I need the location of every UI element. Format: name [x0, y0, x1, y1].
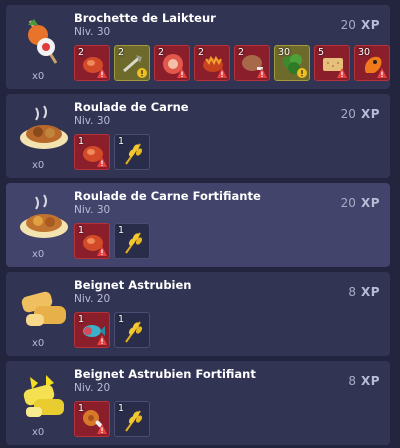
ingredient-count: 1	[118, 225, 125, 236]
ingredient-count: 1	[118, 136, 125, 147]
recipe-level: Niv. 30	[74, 115, 111, 127]
ingredient-count: 1	[78, 225, 85, 236]
recipe-card[interactable]: x0 Brochette de Laikteur Niv. 30 20 XP 2 …	[6, 5, 390, 89]
ingredient-count: 30	[358, 47, 371, 58]
recipe-xp: 20 XP	[341, 196, 380, 210]
ingredient-count: 5	[318, 47, 325, 58]
missing-warning-icon	[97, 335, 107, 345]
recipe-xp: 20 XP	[341, 107, 380, 121]
ingredient-slot[interactable]: 2	[74, 45, 110, 81]
recipe-quantity: x0	[32, 160, 45, 171]
ingredient-count: 30	[278, 47, 291, 58]
recipe-quantity: x0	[32, 249, 45, 260]
recipe-card[interactable]: x0 Roulade de Carne Niv. 30 20 XP 1 1	[6, 94, 390, 178]
ingredient-slot[interactable]: 2	[114, 45, 150, 81]
ingredient-count: 1	[78, 136, 85, 147]
xp-unit: XP	[360, 285, 380, 299]
ingredient-count: 2	[118, 47, 125, 58]
recipe-card[interactable]: x0 Beignet Astrubien Niv. 20 8 XP 1 1	[6, 272, 390, 356]
recipe-card[interactable]: x0 Beignet Astrubien Fortifiant Niv. 20 …	[6, 361, 390, 445]
ingredient-count: 1	[78, 314, 85, 325]
recipe-level: Niv. 30	[74, 26, 111, 38]
ingredient-slot[interactable]: 30	[354, 45, 390, 81]
missing-warning-icon	[177, 68, 187, 78]
missing-warning-icon	[337, 68, 347, 78]
recipe-xp: 20 XP	[341, 18, 380, 32]
xp-value: 20	[340, 107, 356, 121]
xp-value: 20	[340, 196, 356, 210]
ingredient-slot[interactable]: 1	[74, 223, 110, 259]
fortified-fritter-dish-icon	[23, 375, 64, 417]
missing-warning-icon	[257, 68, 267, 78]
missing-warning-icon	[217, 68, 227, 78]
recipe-quantity: x0	[32, 338, 45, 349]
recipe-quantity: x0	[32, 427, 45, 438]
xp-unit: XP	[360, 196, 380, 210]
ingredient-slot[interactable]: 1	[74, 134, 110, 170]
recipe-title: Roulade de Carne	[74, 100, 189, 114]
xp-unit: XP	[360, 18, 380, 32]
ingredient-count: 1	[78, 403, 85, 414]
recipe-level: Niv. 20	[74, 293, 111, 305]
xp-value: 8	[348, 285, 356, 299]
caution-icon	[137, 68, 147, 78]
ingredient-slot[interactable]: 5	[314, 45, 350, 81]
ingredient-slot[interactable]: 1	[114, 223, 150, 259]
recipe-xp: 8 XP	[348, 285, 380, 299]
recipe-level: Niv. 20	[74, 382, 111, 394]
ingredient-slot[interactable]: 2	[234, 45, 270, 81]
skewer-dish-icon	[28, 19, 58, 64]
ingredient-count: 2	[158, 47, 165, 58]
xp-unit: XP	[360, 107, 380, 121]
recipe-title: Beignet Astrubien	[74, 278, 192, 292]
ingredient-slot[interactable]: 2	[154, 45, 190, 81]
recipe-quantity: x0	[32, 71, 45, 82]
xp-unit: XP	[360, 374, 380, 388]
missing-warning-icon	[97, 246, 107, 256]
ingredient-count: 1	[118, 314, 125, 325]
ingredient-count: 1	[118, 403, 125, 414]
ingredient-count: 2	[238, 47, 245, 58]
recipe-level: Niv. 30	[74, 204, 111, 216]
recipe-title: Beignet Astrubien Fortifiant	[74, 367, 256, 381]
missing-warning-icon	[97, 424, 107, 434]
missing-warning-icon	[377, 68, 387, 78]
fritter-dish-icon	[21, 291, 66, 326]
ingredient-slot[interactable]: 30	[274, 45, 310, 81]
ingredient-slot[interactable]: 1	[114, 134, 150, 170]
meat-roll-dish-icon	[20, 194, 68, 238]
missing-warning-icon	[97, 157, 107, 167]
recipe-xp: 8 XP	[348, 374, 380, 388]
ingredient-count: 2	[78, 47, 85, 58]
caution-icon	[297, 68, 307, 78]
ingredient-slot[interactable]: 1	[74, 312, 110, 348]
missing-warning-icon	[97, 68, 107, 78]
ingredient-slot[interactable]: 1	[114, 401, 150, 437]
meat-roll-dish-icon	[20, 105, 68, 149]
ingredient-slot[interactable]: 2	[194, 45, 230, 81]
recipe-list: x0 Brochette de Laikteur Niv. 30 20 XP 2 …	[0, 0, 400, 448]
recipe-title: Roulade de Carne Fortifiante	[74, 189, 261, 203]
xp-value: 20	[340, 18, 356, 32]
ingredient-slot[interactable]: 1	[74, 401, 110, 437]
recipe-title: Brochette de Laikteur	[74, 11, 216, 25]
ingredient-slot[interactable]: 1	[114, 312, 150, 348]
recipe-card-selected[interactable]: x0 Roulade de Carne Fortifiante Niv. 30 …	[6, 183, 390, 267]
ingredient-count: 2	[198, 47, 205, 58]
xp-value: 8	[348, 374, 356, 388]
